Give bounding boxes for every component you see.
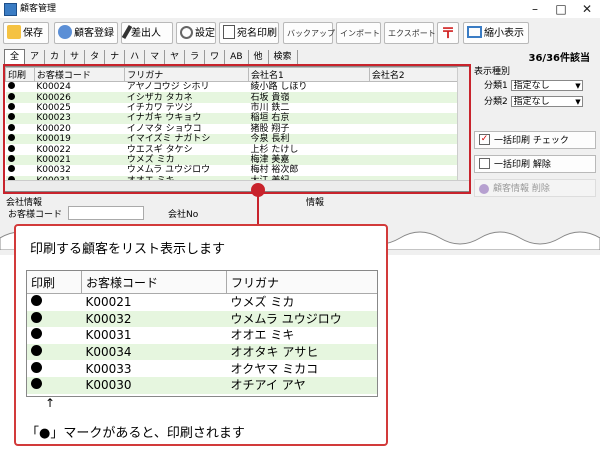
- tab-ya[interactable]: ヤ: [165, 50, 186, 64]
- explanation-callout: 印刷する顧客をリスト表示します 印刷 お客様コード フリガナ K00021 ウメズ…: [14, 224, 388, 446]
- print-mark-icon: [31, 328, 42, 340]
- company-no-label: 会社No: [168, 210, 199, 220]
- print-mark-icon: [31, 378, 42, 390]
- kana-filter-tabs: 全アカサタナハマヤラワ AB 他検索: [4, 49, 298, 65]
- window-title: 顧客管理: [20, 4, 57, 14]
- callout-column-print: 印刷: [27, 271, 82, 294]
- settings-button[interactable]: 設定: [176, 22, 216, 44]
- list-item: K00032 ウメムラ ユウジロウ: [27, 310, 377, 328]
- callout-footnote: 「●」マークがあると、印刷されます: [26, 426, 245, 441]
- print-mark-cell: [27, 310, 82, 328]
- tab-ka[interactable]: カ: [45, 50, 66, 64]
- tab-wa[interactable]: ワ: [205, 50, 226, 64]
- tab-other[interactable]: 他: [249, 50, 269, 64]
- callout-heading: 印刷する顧客をリスト表示します: [30, 242, 226, 257]
- tab-ra[interactable]: ラ: [185, 50, 206, 64]
- import-button[interactable]: インポート: [336, 22, 381, 44]
- print-mark-cell: [27, 343, 82, 361]
- class1-label: 分類1: [484, 81, 508, 91]
- save-icon: [7, 25, 21, 39]
- customer-code-cell: K00033: [85, 361, 132, 376]
- match-count: 36/36件該当: [528, 53, 590, 64]
- class1-select[interactable]: 指定なし ▼: [510, 80, 583, 91]
- tab-all[interactable]: 全: [4, 49, 26, 65]
- bulk-print-clear-button[interactable]: 一括印刷 解除: [474, 155, 596, 173]
- app-window: 顧客管理 – □ ✕ 保存 顧客登録 差出人 設定 宛名印刷 バックアップ イン…: [0, 0, 600, 255]
- side-panel: 表示種別 分類1 指定なし ▼ 分類2 指定なし ▼ ✓ 一括印刷 チェック 一括印刷…: [474, 64, 596, 197]
- list-item: K00033 オクヤマ ミカコ: [27, 360, 377, 377]
- user-icon: [58, 25, 72, 39]
- customer-code-cell: K00021: [85, 295, 132, 310]
- shrink-view-button[interactable]: 縮小表示: [463, 22, 529, 44]
- export-button[interactable]: エクスポート: [384, 22, 436, 44]
- chevron-down-icon: ▼: [575, 98, 581, 106]
- customer-code-cell: K00030: [81, 376, 227, 394]
- sender-button[interactable]: 差出人: [121, 22, 173, 44]
- tab-ha[interactable]: ハ: [125, 50, 146, 64]
- list-item: K00031 オオエ ミキ: [27, 327, 377, 344]
- app-icon: [4, 3, 17, 16]
- gear-icon: [180, 25, 193, 39]
- callout-column-kana: フリガナ: [226, 271, 377, 294]
- close-icon[interactable]: ✕: [574, 0, 600, 18]
- class2-select[interactable]: 指定なし ▼: [510, 96, 583, 107]
- tab-ma[interactable]: マ: [145, 50, 166, 64]
- address-print-button[interactable]: 宛名印刷: [219, 22, 279, 44]
- toolbar: 保存 顧客登録 差出人 設定 宛名印刷 バックアップ インポート エクスポート …: [0, 20, 600, 46]
- postal-mark-icon[interactable]: 〒: [437, 22, 459, 44]
- customer-code-cell: K00031: [85, 328, 132, 343]
- print-mark-cell: [27, 327, 82, 344]
- class1-row: 分類1 指定なし ▼: [474, 80, 596, 93]
- info-label: 情報: [306, 198, 325, 208]
- tab-search[interactable]: 検索: [269, 50, 298, 64]
- address-card-icon: [223, 25, 235, 39]
- kana-cell: オクヤマ ミカコ: [230, 361, 319, 376]
- user-delete-icon: [479, 183, 489, 194]
- print-mark-cell: [27, 360, 82, 377]
- customer-code-cell: K00034: [81, 343, 227, 361]
- checkbox-empty-icon: [479, 158, 490, 169]
- monitor-icon: [467, 26, 482, 38]
- tab-sa[interactable]: サ: [65, 50, 86, 64]
- maximize-icon[interactable]: □: [548, 0, 574, 18]
- customer-code-field[interactable]: [68, 206, 144, 220]
- class2-row: 分類2 指定なし ▼: [474, 96, 596, 109]
- checkbox-checked-icon: ✓: [479, 134, 490, 145]
- print-mark-cell: [27, 376, 82, 394]
- callout-arrow: ↑: [45, 396, 56, 410]
- kana-cell: ウメムラ ユウジロウ: [226, 310, 377, 328]
- list-item: K00021 ウメズ ミカ: [27, 294, 377, 311]
- list-item: K00034 オオタキ アサヒ: [27, 343, 377, 361]
- title-bar: 顧客管理 – □ ✕: [0, 0, 600, 18]
- kana-cell: オオエ ミキ: [230, 328, 295, 343]
- tab-a[interactable]: ア: [25, 50, 46, 64]
- tab-na[interactable]: ナ: [105, 50, 126, 64]
- save-button[interactable]: 保存: [3, 22, 49, 44]
- display-type-label: 表示種別: [474, 67, 511, 77]
- callout-column-code: お客様コード: [81, 271, 227, 294]
- register-customer-button[interactable]: 顧客登録: [54, 22, 118, 44]
- kana-cell: オオタキ アサヒ: [226, 343, 377, 361]
- minimize-icon[interactable]: –: [522, 0, 548, 18]
- callout-anchor-dot: [251, 183, 265, 197]
- class2-label: 分類2: [484, 97, 508, 107]
- tab-ta[interactable]: タ: [85, 50, 106, 64]
- print-mark-icon: [31, 345, 42, 357]
- kana-cell: ウメズ ミカ: [230, 295, 295, 310]
- print-mark-cell: [27, 294, 82, 311]
- callout-list: 印刷 お客様コード フリガナ K00021 ウメズ ミカ K00032 ウメムラ ユウ…: [26, 270, 378, 397]
- kana-cell: オチアイ アヤ: [226, 376, 377, 394]
- tab-ab[interactable]: AB: [225, 50, 249, 64]
- print-mark-icon: [31, 295, 42, 307]
- highlight-frame: [3, 64, 471, 194]
- chevron-down-icon: ▼: [575, 82, 581, 90]
- list-item: K00030 オチアイ アヤ: [27, 376, 377, 394]
- print-mark-icon: [31, 361, 42, 373]
- customer-code-cell: K00032: [81, 310, 227, 328]
- customer-code-label: お客様コード: [8, 210, 63, 220]
- backup-button[interactable]: バックアップ: [283, 22, 335, 44]
- print-mark-icon: [31, 311, 42, 323]
- bulk-print-check-button[interactable]: ✓ 一括印刷 チェック: [474, 131, 596, 149]
